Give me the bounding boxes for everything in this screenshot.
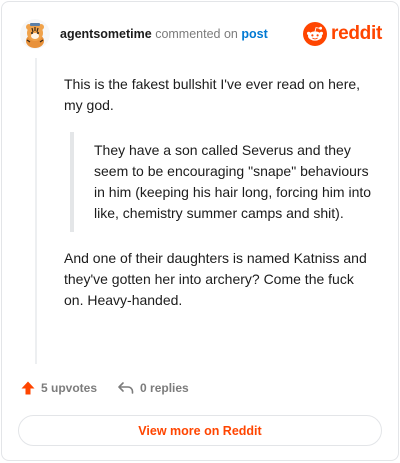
upvote-arrow-icon [21,381,35,395]
user-avatar[interactable] [20,19,50,49]
reddit-wordmark: reddit [331,23,382,44]
comment-meta: agentsometime commented on post [60,27,303,41]
view-more-button[interactable]: View more on Reddit [18,415,382,446]
reply-count: 0 replies [140,381,189,395]
upvote-count: 5 upvotes [41,381,98,395]
blockquote: They have a son called Severus and they … [70,132,376,232]
comment-paragraph: This is the fakest bullshit I've ever re… [64,76,361,113]
thread-line[interactable] [35,58,37,364]
action-text: commented on [155,27,238,41]
comment-actions: 5 upvotes 0 replies [20,380,189,396]
reddit-brand-link[interactable]: reddit [303,22,382,46]
comment-paragraph: And one of their daughters is named Katn… [64,250,367,308]
comment-body: This is the fakest bullshit I've ever re… [64,74,376,311]
upvote-button[interactable]: 5 upvotes [20,380,97,396]
post-link[interactable]: post [241,27,267,41]
comment-embed-card: agentsometime commented on post reddit T… [1,1,399,461]
username-link[interactable]: agentsometime [60,27,152,41]
reply-arrow-icon [118,382,134,394]
tiger-avatar-icon [20,19,50,49]
reddit-logo-icon [303,22,328,46]
comment-header: agentsometime commented on post reddit [20,18,382,50]
reply-button[interactable]: 0 replies [117,380,189,396]
